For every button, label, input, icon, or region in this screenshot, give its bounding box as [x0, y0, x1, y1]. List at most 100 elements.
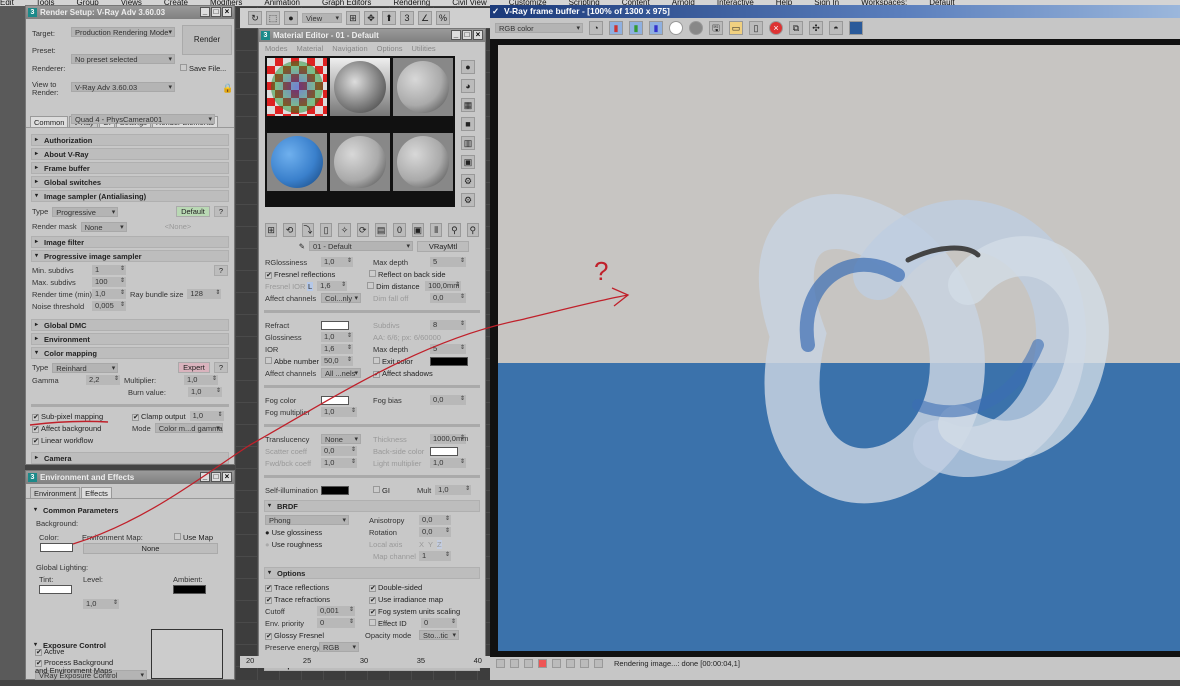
- glossiness-spinner[interactable]: 1,0: [321, 332, 353, 342]
- info-icon[interactable]: [524, 659, 533, 668]
- renderer-dropdown[interactable]: V-Ray Adv 3.60.03: [71, 82, 175, 92]
- linear-workflow-checkbox[interactable]: ✔ Linear workflow: [32, 436, 93, 445]
- percent-snap-icon[interactable]: %: [436, 11, 450, 25]
- render-time-spinner[interactable]: 1,0: [92, 289, 126, 299]
- rotate-icon[interactable]: ↻: [248, 11, 262, 25]
- local-axis-radio[interactable]: Local axis: [369, 540, 415, 549]
- fog-bias-spinner[interactable]: 0,0: [430, 395, 466, 405]
- menu-options[interactable]: Options: [377, 44, 403, 53]
- lock-icon[interactable]: 🔒: [222, 83, 233, 94]
- sample-slot-3[interactable]: [392, 57, 454, 117]
- axis-x-button[interactable]: X: [419, 540, 424, 549]
- self-illum-gi-checkbox[interactable]: GI: [373, 485, 413, 495]
- material-name-field[interactable]: 01 - Default: [309, 241, 413, 251]
- affect-shadows-checkbox[interactable]: ✔ Affect shadows: [373, 369, 433, 378]
- reflect-backside-checkbox[interactable]: Reflect on back side: [369, 269, 446, 279]
- close-button[interactable]: ×: [222, 472, 232, 482]
- maximize-button[interactable]: □: [211, 472, 221, 482]
- effect-id-spinner[interactable]: 0: [421, 618, 457, 628]
- preset-dropdown[interactable]: No preset selected: [71, 54, 175, 64]
- sample-type-icon[interactable]: ●: [461, 60, 475, 74]
- clear-image-icon[interactable]: ×: [769, 21, 783, 35]
- effect-id-checkbox[interactable]: Effect ID: [369, 618, 417, 628]
- anisotropy-spinner[interactable]: 0,0: [419, 515, 451, 525]
- render-last-icon[interactable]: ◓: [829, 21, 843, 35]
- white-alpha-icon[interactable]: [669, 21, 683, 35]
- menu-utilities[interactable]: Utilities: [412, 44, 436, 53]
- affect-background-checkbox[interactable]: ✔ Affect background: [32, 424, 128, 433]
- options-icon[interactable]: ⚙: [461, 174, 475, 188]
- rollout-common-parameters[interactable]: Common Parameters: [31, 505, 229, 517]
- clamp-output-checkbox[interactable]: ✔ Clamp output: [132, 412, 186, 421]
- gamma-spinner[interactable]: 2,2: [86, 375, 120, 385]
- noise-threshold-spinner[interactable]: 0,005: [92, 301, 126, 311]
- menu-modes[interactable]: Modes: [265, 44, 288, 53]
- rollout-color-mapping[interactable]: Color mapping: [31, 347, 229, 359]
- save-image-icon[interactable]: 🖫: [709, 21, 723, 35]
- view-to-render-dropdown[interactable]: Quad 4 - PhysCamera001: [71, 114, 215, 124]
- cm-help-button[interactable]: ?: [213, 362, 228, 373]
- go-parent-icon[interactable]: ⚲: [448, 223, 461, 237]
- uv-tiling-icon[interactable]: ■: [461, 117, 475, 131]
- put-to-library-icon[interactable]: ▤: [374, 223, 388, 237]
- rollout-global-dmc[interactable]: Global DMC: [31, 319, 229, 331]
- get-material-icon[interactable]: ⊞: [265, 223, 278, 237]
- background-icon[interactable]: ▦: [461, 98, 475, 112]
- exposure-icon[interactable]: [566, 659, 575, 668]
- rollout-environment[interactable]: Environment: [31, 333, 229, 345]
- glossy-fresnel-checkbox[interactable]: ✔ Glossy Fresnel: [265, 631, 361, 640]
- burn-value-spinner[interactable]: 1,0: [188, 387, 222, 397]
- red-channel-icon[interactable]: ▮: [609, 21, 623, 35]
- level-spinner[interactable]: 1,0: [83, 599, 119, 609]
- select-by-material-icon[interactable]: ⚙: [461, 193, 475, 207]
- cutoff-spinner[interactable]: 0,001: [317, 606, 355, 616]
- rollout-image-sampler[interactable]: Image sampler (Antialiasing): [31, 190, 229, 202]
- video-color-check-icon[interactable]: ▥: [461, 136, 475, 150]
- render-view[interactable]: [490, 39, 1180, 657]
- snap-icon[interactable]: ⬆: [382, 11, 396, 25]
- dim-falloff-spinner[interactable]: 0,0: [430, 293, 466, 303]
- pivot-icon[interactable]: ⊞: [346, 11, 360, 25]
- render-button[interactable]: Render: [182, 25, 232, 55]
- save-file-checkbox[interactable]: Save File: [180, 64, 220, 73]
- rollout-options[interactable]: Options: [264, 567, 480, 579]
- rollout-authorization[interactable]: Authorization: [31, 134, 229, 146]
- target-dropdown[interactable]: Production Rendering Mode: [71, 27, 175, 37]
- use-glossiness-radio[interactable]: ● Use glossiness: [265, 528, 365, 537]
- exit-color-checkbox[interactable]: Exit color: [373, 356, 426, 366]
- sample-slot-6[interactable]: [392, 132, 454, 192]
- abbe-spinner[interactable]: 50,0: [321, 356, 353, 366]
- move-icon[interactable]: ✥: [364, 11, 378, 25]
- menu-material[interactable]: Material: [297, 44, 324, 53]
- ray-bundle-spinner[interactable]: 128: [187, 289, 222, 299]
- angle-snap-icon[interactable]: ∠: [418, 11, 432, 25]
- render-icon[interactable]: [849, 21, 863, 35]
- fog-units-checkbox[interactable]: ✔ Fog system units scaling: [369, 607, 460, 616]
- use-map-checkbox[interactable]: Use Map: [174, 533, 213, 542]
- rollout-image-filter[interactable]: Image filter: [31, 236, 229, 248]
- dim-distance-spinner[interactable]: 100,0mm: [425, 281, 462, 291]
- minimize-button[interactable]: _: [200, 472, 210, 482]
- make-unique-icon[interactable]: ⟳: [356, 223, 369, 237]
- sample-slot-hdri[interactable]: [329, 57, 391, 117]
- environment-map-button[interactable]: None: [83, 543, 218, 554]
- help-button[interactable]: ?: [213, 206, 228, 217]
- cm-type-dropdown[interactable]: Reinhard: [52, 362, 119, 373]
- material-type-button[interactable]: VRayMtl: [417, 240, 469, 252]
- exit-color-swatch[interactable]: [430, 356, 468, 366]
- assign-material-icon[interactable]: ⤵: [301, 223, 314, 237]
- refr-affect-dropdown[interactable]: All ...nels: [321, 368, 361, 378]
- mono-icon[interactable]: [689, 21, 703, 35]
- opacity-mode-dropdown[interactable]: Sto...tic: [419, 630, 459, 640]
- copy-clipboard-icon[interactable]: ▯: [749, 21, 763, 35]
- close-button[interactable]: ×: [222, 7, 232, 17]
- clamp-spinner[interactable]: 1,0: [189, 411, 224, 421]
- axis-y-button[interactable]: Y: [428, 540, 433, 549]
- progressive-help-button[interactable]: ?: [213, 264, 228, 276]
- sample-slot-active[interactable]: [266, 132, 328, 192]
- process-bg-checkbox[interactable]: ✔ Process Background and Environment Maps: [35, 659, 115, 675]
- rollout-progressive-sampler[interactable]: Progressive image sampler: [31, 250, 229, 262]
- tab-common[interactable]: Common: [30, 116, 69, 127]
- close-button[interactable]: ×: [473, 30, 483, 40]
- render-setup-title-bar[interactable]: 3 Render Setup: V-Ray Adv 3.60.03 _ □ ×: [26, 6, 234, 19]
